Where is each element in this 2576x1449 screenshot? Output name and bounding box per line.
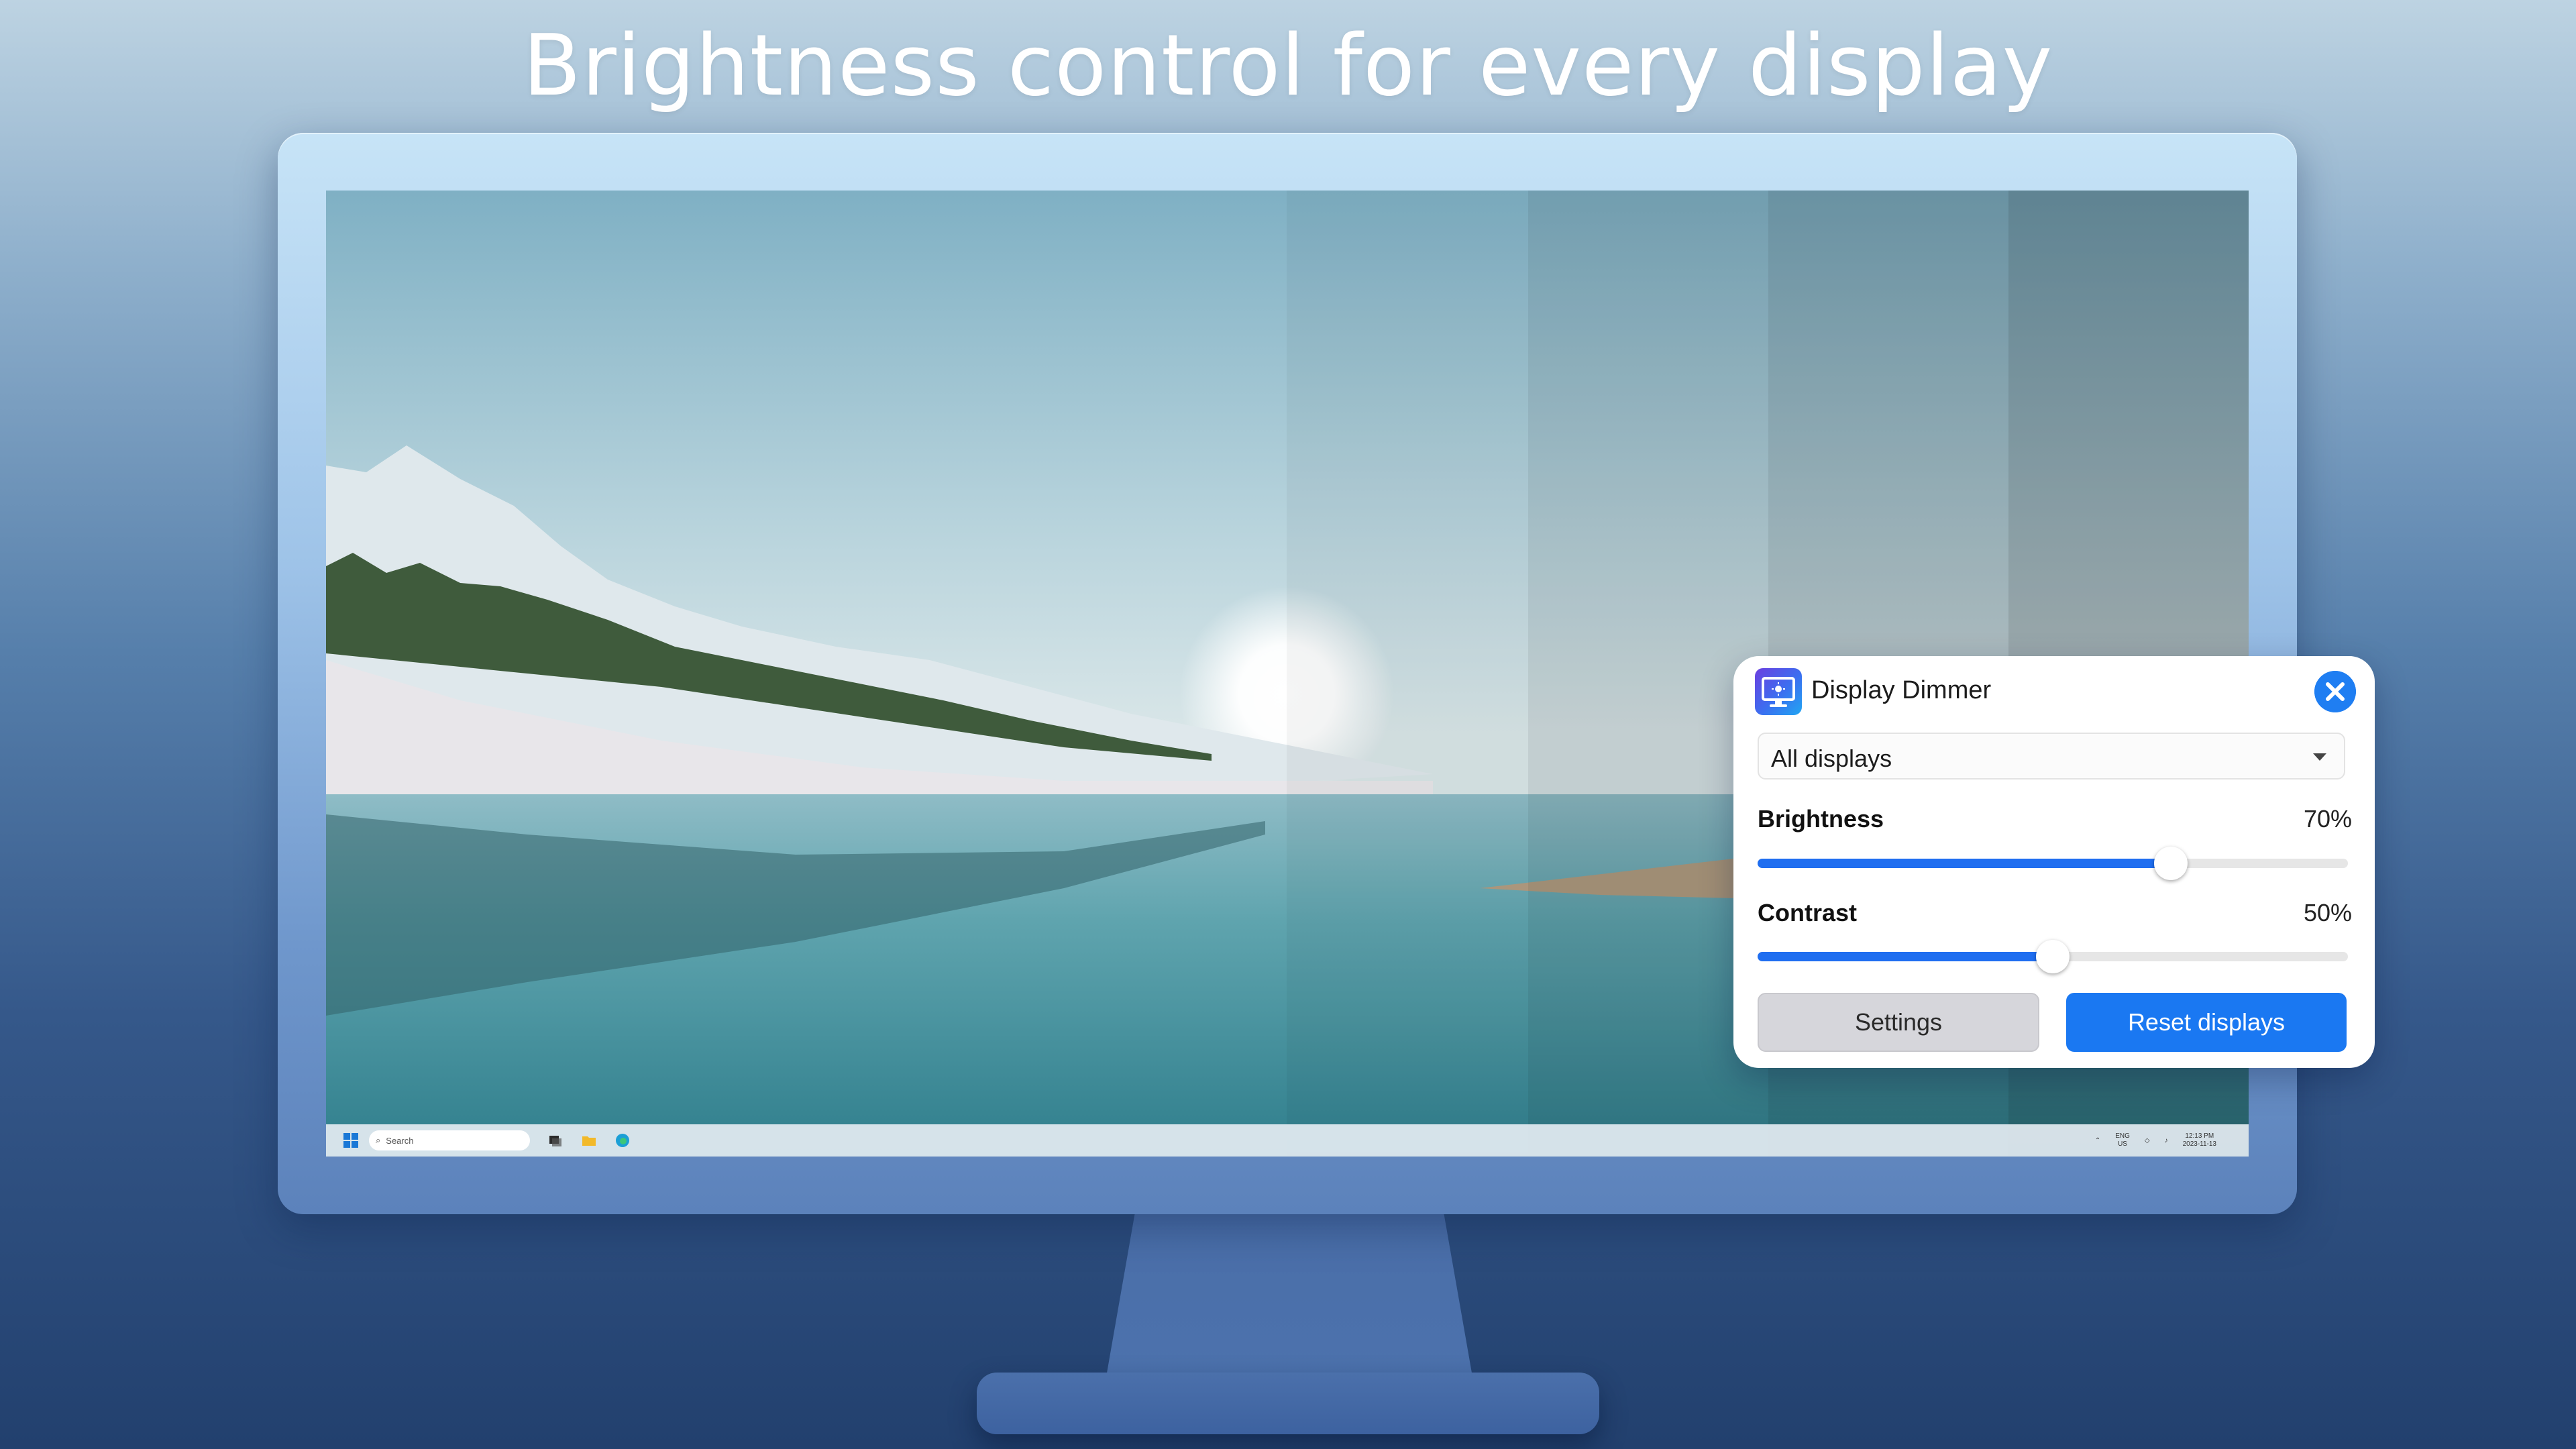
settings-button[interactable]: Settings	[1758, 993, 2039, 1052]
volume-icon[interactable]: ♪	[2165, 1137, 2168, 1144]
contrast-slider-thumb[interactable]	[2036, 940, 2070, 973]
clock-time: 12:13 PM	[2185, 1132, 2214, 1140]
brightness-slider-thumb[interactable]	[2154, 847, 2188, 880]
windows-start-icon[interactable]	[342, 1132, 360, 1149]
taskbar: ⌕ Search ⌃ ENG US ◇ ♪ 12:13 PM 2023-11-1…	[326, 1124, 2249, 1157]
contrast-value: 50%	[2303, 899, 2352, 926]
edge-browser-icon[interactable]	[614, 1132, 631, 1148]
display-select[interactable]: All displays	[1758, 733, 2345, 780]
brightness-slider-fill	[1758, 859, 2171, 868]
language-code: ENG	[2115, 1132, 2130, 1140]
monitor-stand-neck	[1106, 1213, 1473, 1381]
display-dimmer-panel: Display Dimmer All displays Brightness 7…	[1733, 656, 2375, 1068]
wifi-icon[interactable]: ◇	[2145, 1137, 2150, 1144]
brightness-value: 70%	[2303, 805, 2352, 833]
brightness-label: Brightness	[1758, 805, 1884, 833]
language-indicator[interactable]: ENG US	[2115, 1132, 2130, 1148]
monitor-stand-base	[977, 1373, 1599, 1434]
panel-title: Display Dimmer	[1811, 676, 1992, 704]
contrast-slider[interactable]	[1758, 940, 2348, 973]
taskbar-search[interactable]: ⌕ Search	[369, 1130, 530, 1150]
language-region: US	[2118, 1140, 2127, 1148]
taskbar-search-placeholder: Search	[386, 1135, 414, 1146]
clock[interactable]: 12:13 PM 2023-11-13	[2183, 1132, 2216, 1148]
search-icon: ⌕	[376, 1135, 381, 1145]
display-select-value: All displays	[1771, 745, 1892, 772]
task-view-icon[interactable]	[547, 1132, 564, 1148]
close-icon[interactable]	[2314, 671, 2356, 712]
file-explorer-icon[interactable]	[581, 1132, 597, 1148]
reset-displays-button[interactable]: Reset displays	[2066, 993, 2347, 1052]
display-dimmer-app-icon	[1755, 668, 1802, 715]
brightness-slider[interactable]	[1758, 847, 2348, 880]
contrast-slider-fill	[1758, 952, 2053, 961]
system-tray: ⌃ ENG US ◇ ♪ 12:13 PM 2023-11-13	[2080, 1124, 2216, 1157]
clock-date: 2023-11-13	[2182, 1140, 2216, 1148]
contrast-label: Contrast	[1758, 899, 1858, 926]
headline: Brightness control for every display	[523, 16, 2053, 115]
chevron-down-icon	[2313, 753, 2326, 761]
chevron-up-icon[interactable]: ⌃	[2095, 1137, 2100, 1144]
